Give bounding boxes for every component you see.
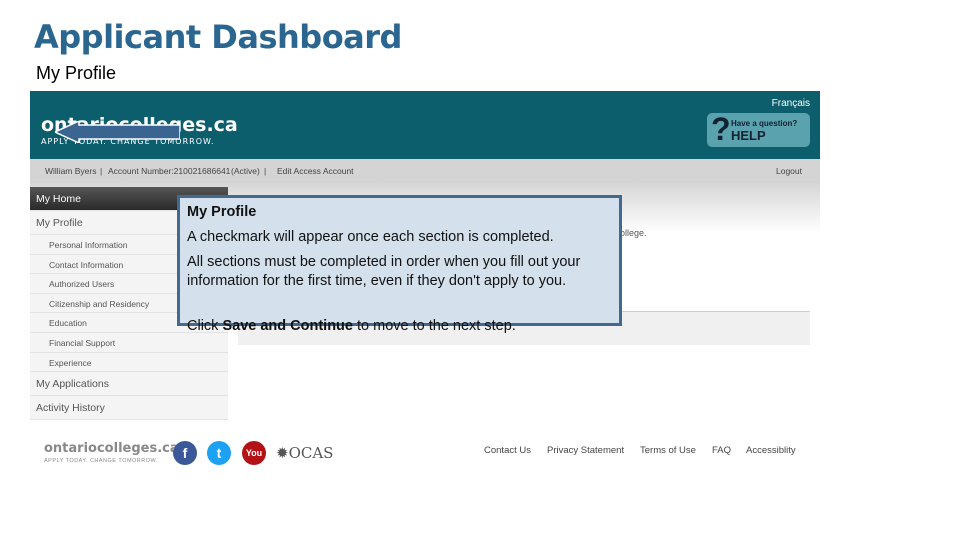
footer-link-privacy[interactable]: Privacy Statement <box>547 445 624 456</box>
sidebar-item-applications[interactable]: My Applications <box>30 372 228 397</box>
tooltip-text: to move to the next step. <box>352 318 516 334</box>
help-button[interactable]: ? Have a question? HELP <box>707 111 810 147</box>
help-small-text: Have a question? <box>731 119 798 128</box>
tooltip-heading: My Profile <box>187 204 257 220</box>
ocas-logo[interactable]: ✹OCAS <box>276 444 333 462</box>
youtube-icon[interactable]: You <box>242 441 266 465</box>
logout-link[interactable]: Logout <box>776 166 802 176</box>
sidebar-subitem[interactable]: Experience <box>30 352 228 373</box>
tooltip-line1: A checkmark will appear once each sectio… <box>187 229 554 245</box>
tooltip-line2: All sections must be completed in order … <box>187 254 581 289</box>
account-bar: William Byers | Account Number:210021686… <box>30 159 820 183</box>
twitter-icon[interactable]: t <box>207 441 231 465</box>
edit-access-link[interactable]: Edit Access Account <box>277 166 354 176</box>
user-name: William Byers <box>45 166 97 176</box>
content-text: ollege. <box>620 228 647 238</box>
slide-subtitle: My Profile <box>36 63 117 83</box>
footer-link-accessibility[interactable]: Accessiblity <box>746 445 796 456</box>
footer-tagline: APPLY TODAY. CHANGE TOMORROW. <box>44 458 158 464</box>
footer-link-faq[interactable]: FAQ <box>712 445 731 456</box>
tooltip-text: Click <box>187 318 223 334</box>
save-continue-label: Save and Continue <box>222 318 353 334</box>
facebook-icon[interactable]: f <box>173 441 197 465</box>
help-big-text: HELP <box>731 128 766 143</box>
account-number: Account Number:210021686641 <box>108 166 231 176</box>
sidebar-item-history[interactable]: Activity History <box>30 396 228 421</box>
footer-link-contact[interactable]: Contact Us <box>484 445 531 456</box>
pointer-arrow-icon <box>55 121 180 143</box>
separator: | <box>100 166 103 176</box>
footer: ontariocolleges.ca APPLY TODAY. CHANGE T… <box>30 437 820 467</box>
footer-link-terms[interactable]: Terms of Use <box>640 445 696 456</box>
account-status: (Active) <box>231 166 260 176</box>
language-link[interactable]: Français <box>772 98 810 109</box>
ocas-text: OCAS <box>288 444 334 462</box>
tooltip-line3: Click Save and Continue to move to the n… <box>187 317 607 336</box>
question-mark-icon: ? <box>711 111 731 147</box>
footer-logo[interactable]: ontariocolleges.ca <box>44 441 179 456</box>
slide-title: Applicant Dashboard <box>34 18 402 56</box>
separator: | <box>264 166 267 176</box>
